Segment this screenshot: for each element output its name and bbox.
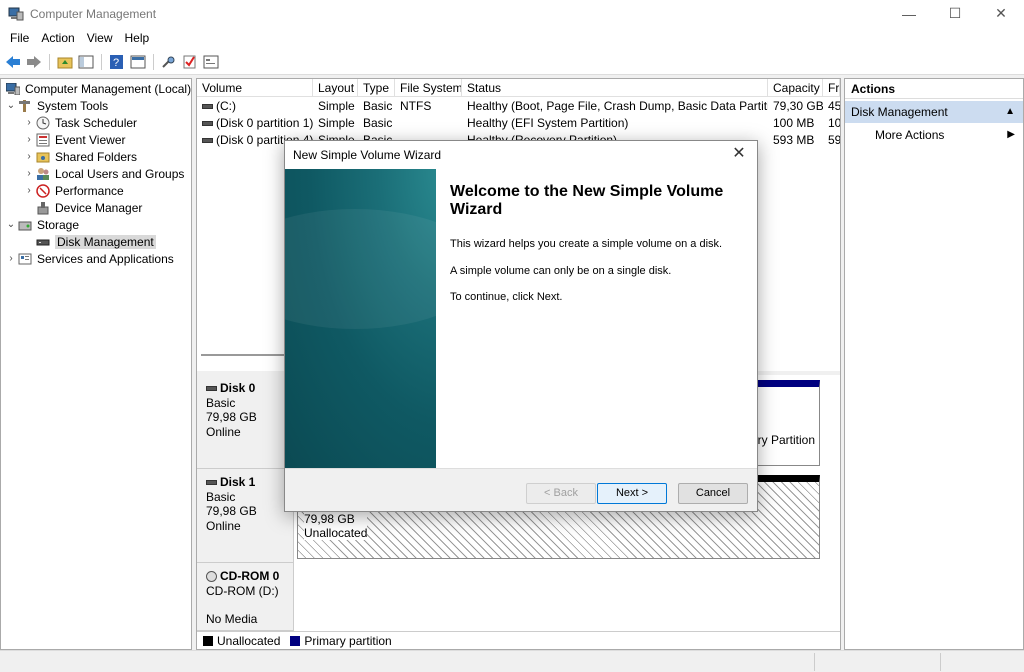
wizard-footer: < Back Next > Cancel [285, 468, 757, 511]
volume-icon [202, 138, 213, 144]
chevron-right-icon: ▶ [1007, 129, 1015, 140]
storage-icon [17, 218, 33, 232]
connect-icon[interactable] [160, 53, 178, 71]
col-file-system[interactable]: File System [395, 79, 462, 96]
toolbar-separator [49, 53, 50, 70]
back-button[interactable]: < Back [526, 483, 596, 504]
actions-title: Actions [845, 79, 1023, 99]
tree-item-performance[interactable]: › Performance [23, 182, 123, 199]
chevron-right-icon[interactable]: › [23, 185, 35, 196]
properties-icon[interactable] [129, 53, 147, 71]
tree-item-root[interactable]: Computer Management (Local) [5, 80, 191, 97]
tree-item-shared-folders[interactable]: › Shared Folders [23, 148, 137, 165]
unallocated-swatch [203, 635, 213, 646]
tree-item-services[interactable]: › Services and Applications [5, 250, 173, 267]
actions-pane: Actions Disk Management ▲ More Actions ▶ [844, 78, 1024, 650]
col-free-space[interactable]: Fr [823, 79, 840, 96]
up-folder-icon[interactable] [56, 53, 74, 71]
more-actions-item[interactable]: More Actions ▶ [845, 125, 1023, 145]
actions-section-disk-management[interactable]: Disk Management ▲ [845, 101, 1023, 123]
wizard-banner-image [285, 169, 436, 468]
help-icon[interactable]: ? [108, 53, 126, 71]
menu-view[interactable]: View [81, 31, 119, 45]
disk-icon [206, 480, 217, 486]
toolbar-separator [153, 53, 154, 70]
wizard-text-3: To continue, click Next. [450, 291, 563, 303]
primary-swatch [290, 635, 301, 646]
col-type[interactable]: Type [358, 79, 395, 96]
disk-1-label[interactable]: Disk 1 Basic 79,98 GB Online [197, 469, 294, 563]
tree-item-disk-management[interactable]: Disk Management [23, 233, 156, 250]
tree-item-task-scheduler[interactable]: › Task Scheduler [23, 114, 137, 131]
system-tools-icon [17, 99, 33, 113]
menu-action[interactable]: Action [35, 31, 80, 45]
col-capacity[interactable]: Capacity [768, 79, 823, 96]
svg-text:?: ? [113, 57, 119, 69]
wizard-heading: Welcome to the New Simple Volume Wizard [450, 183, 724, 218]
title-bar: Computer Management — ☐ ✕ [0, 0, 1024, 27]
chevron-right-icon[interactable]: › [23, 168, 35, 179]
volume-icon [202, 121, 213, 127]
chevron-right-icon[interactable]: › [5, 253, 17, 264]
minimize-button[interactable]: — [886, 0, 932, 27]
window-title: Computer Management [30, 6, 157, 21]
tree-item-local-users[interactable]: › Local Users and Groups [23, 165, 184, 182]
close-button[interactable]: ✕ [978, 0, 1024, 27]
tree-item-event-viewer[interactable]: › Event Viewer [23, 131, 125, 148]
volume-list-header: Volume Layout Type File System Status Ca… [197, 79, 840, 97]
users-icon [35, 167, 51, 181]
toolbar-separator [101, 53, 102, 70]
chevron-down-icon[interactable]: ⌄ [5, 100, 17, 111]
cd-icon [206, 571, 217, 583]
volume-icon [202, 104, 213, 110]
menu-help[interactable]: Help [119, 31, 156, 45]
show-hide-tree-icon[interactable] [77, 53, 95, 71]
wizard-content: Welcome to the New Simple Volume Wizard … [436, 169, 757, 468]
disk-0-label[interactable]: Disk 0 Basic 79,98 GB Online [197, 375, 294, 469]
cancel-button[interactable]: Cancel [678, 483, 748, 504]
table-row[interactable]: (Disk 0 partition 1) Simple Basic Health… [197, 115, 840, 132]
status-bar [0, 650, 1024, 672]
tree-item-device-manager[interactable]: Device Manager [23, 199, 142, 216]
chevron-right-icon[interactable]: › [23, 151, 35, 162]
maximize-button[interactable]: ☐ [932, 0, 978, 27]
wizard-text-2: A simple volume can only be on a single … [450, 265, 672, 277]
toolbar: ? [0, 49, 1024, 75]
device-manager-icon [35, 201, 51, 215]
chevron-right-icon[interactable]: › [23, 117, 35, 128]
next-button[interactable]: Next > [597, 483, 667, 504]
back-arrow-icon[interactable] [4, 53, 22, 71]
wizard-text-1: This wizard helps you create a simple vo… [450, 238, 723, 250]
computer-management-icon [8, 6, 24, 22]
menu-bar: File Action View Help [0, 27, 1024, 49]
menu-file[interactable]: File [4, 31, 35, 45]
disk-icon [206, 386, 217, 392]
computer-icon [5, 82, 21, 96]
console-tree: Computer Management (Local) ⌄ System Too… [0, 78, 192, 650]
shared-folder-icon [35, 150, 51, 164]
wizard-title: New Simple Volume Wizard [293, 148, 442, 162]
check-icon[interactable] [181, 53, 199, 71]
cdrom-0-label[interactable]: CD-ROM 0 CD-ROM (D:) No Media [197, 563, 294, 631]
event-viewer-icon [35, 133, 51, 147]
tree-item-storage[interactable]: ⌄ Storage [5, 216, 79, 233]
collapse-up-icon[interactable]: ▲ [1005, 101, 1015, 123]
tree-item-system-tools[interactable]: ⌄ System Tools [5, 97, 108, 114]
new-simple-volume-wizard: New Simple Volume Wizard ✕ Welcome to th… [284, 140, 758, 512]
services-icon [17, 252, 33, 266]
col-volume[interactable]: Volume [197, 79, 313, 96]
forward-arrow-icon[interactable] [25, 53, 43, 71]
legend: Unallocated Primary partition [197, 631, 840, 649]
disk-management-icon [35, 235, 51, 249]
wizard-close-button[interactable]: ✕ [729, 144, 749, 164]
chevron-down-icon[interactable]: ⌄ [5, 219, 17, 230]
col-layout[interactable]: Layout [313, 79, 358, 96]
table-row[interactable]: (C:) Simple Basic NTFS Healthy (Boot, Pa… [197, 98, 840, 115]
chevron-right-icon[interactable]: › [23, 134, 35, 145]
performance-icon [35, 183, 51, 198]
clock-icon [35, 116, 51, 130]
col-status[interactable]: Status [462, 79, 768, 96]
console-icon[interactable] [202, 53, 220, 71]
